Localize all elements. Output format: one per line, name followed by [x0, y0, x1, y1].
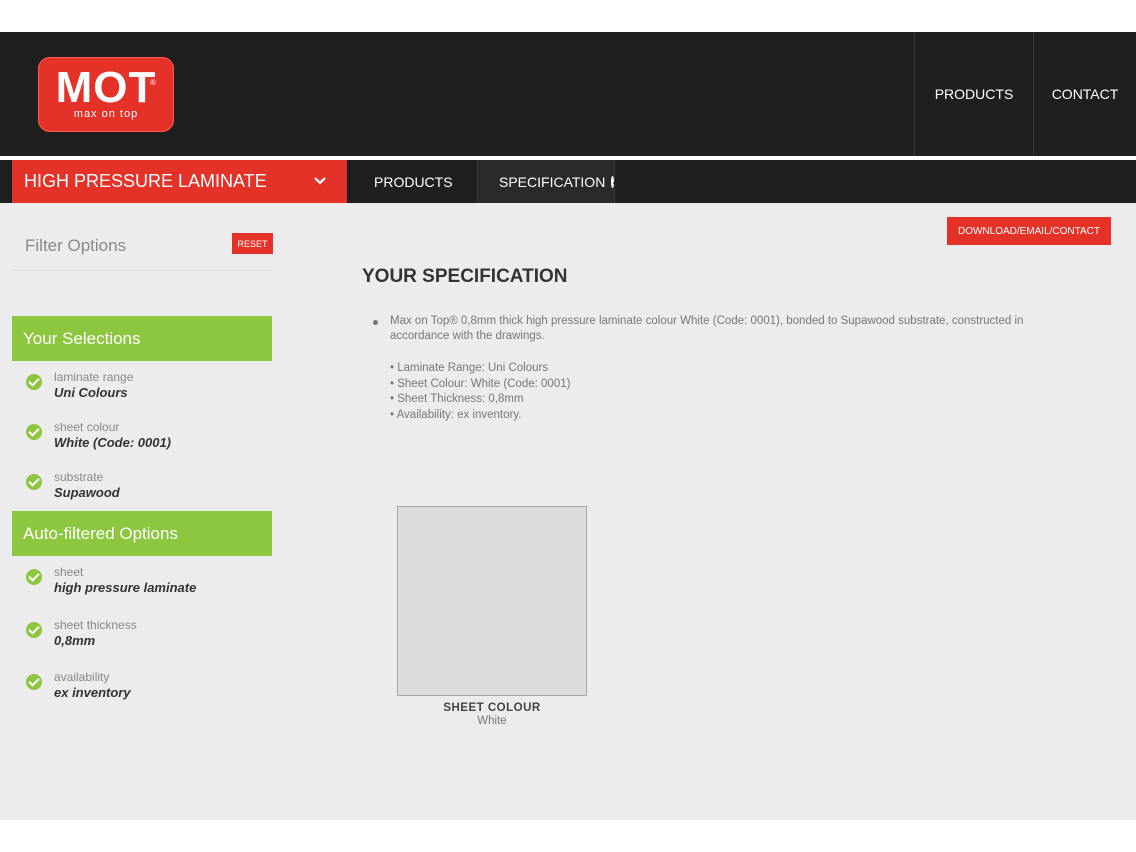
auto-filtered-value: high pressure laminate — [54, 580, 197, 595]
logo-tagline: max on top — [73, 108, 139, 120]
selection-value: Supawood — [54, 485, 120, 500]
check-icon — [26, 569, 42, 585]
auto-filtered-value: ex inventory — [54, 685, 131, 700]
bullet-dot — [373, 320, 378, 325]
mot-logo[interactable]: MOT ® max on top — [38, 57, 174, 132]
page-title: YOUR SPECIFICATION — [362, 266, 568, 287]
spec-detail-line: • Availability: ex inventory. — [390, 408, 522, 421]
spec-detail-line: • Laminate Range: Uni Colours — [390, 362, 549, 374]
logo-registered-mark: ® — [150, 78, 156, 87]
nav-products[interactable]: PRODUCTS — [914, 32, 1033, 156]
download-email-contact-button[interactable]: DOWNLOAD/EMAIL/CONTACT — [947, 217, 1111, 245]
auto-filtered-label: sheet thickness — [54, 618, 137, 632]
selection-item[interactable]: sheet colour White (Code: 0001) — [26, 420, 266, 460]
filter-options-title: Filter Options — [25, 236, 127, 255]
auto-filtered-item: availability ex inventory — [26, 670, 266, 710]
range-dropdown[interactable]: HIGH PRESSURE LAMINATE — [12, 160, 347, 203]
sub-nav-bar: HIGH PRESSURE LAMINATE PRODUCTS SPECIFIC… — [0, 160, 1136, 203]
check-icon — [26, 674, 42, 690]
check-icon — [26, 474, 42, 490]
selection-item[interactable]: substrate Supawood — [26, 470, 266, 510]
spec-detail-line: • Sheet Colour: White (Code: 0001) — [390, 377, 571, 390]
auto-filtered-item: sheet thickness 0,8mm — [26, 618, 266, 658]
main-content: Filter Options RESET Your Selections lam… — [0, 203, 1136, 820]
chevron-down-icon — [314, 177, 326, 185]
spec-details: • Laminate Range: Uni Colours • Sheet Co… — [390, 361, 570, 423]
header-bar: MOT ® max on top PRODUCTS CONTACT — [0, 32, 1136, 156]
divider — [12, 270, 272, 271]
selection-label: substrate — [54, 470, 104, 484]
nav-contact[interactable]: CONTACT — [1033, 32, 1136, 156]
logo-text: MOT — [55, 63, 157, 112]
selection-item[interactable]: laminate range Uni Colours — [26, 370, 266, 410]
selection-value: White (Code: 0001) — [54, 435, 172, 450]
swatch-value: White — [477, 715, 507, 727]
sheet-colour-swatch — [397, 506, 587, 696]
auto-filtered-item: sheet high pressure laminate — [26, 565, 266, 605]
selection-label: sheet colour — [54, 420, 120, 434]
swatch-title: SHEET COLOUR — [443, 702, 541, 714]
spec-detail-line: • Sheet Thickness: 0,8mm — [390, 393, 524, 405]
your-selections-heading: Your Selections — [12, 316, 272, 361]
tab-products-label: PRODUCTS — [374, 173, 453, 190]
top-nav: PRODUCTS CONTACT — [914, 32, 1136, 156]
reset-button[interactable]: RESET — [232, 233, 273, 254]
spec-description: Max on Top® 0,8mm thick high pressure la… — [390, 315, 1024, 342]
check-icon — [26, 424, 42, 440]
selection-label: laminate range — [54, 370, 134, 384]
range-dropdown-label: HIGH PRESSURE LAMINATE — [24, 171, 267, 191]
tab-specification-label: SPECIFICATION — [499, 173, 606, 190]
selection-value: Uni Colours — [54, 385, 128, 400]
auto-filtered-label: sheet — [54, 565, 84, 579]
check-circle-icon — [611, 175, 614, 188]
check-icon — [26, 374, 42, 390]
tab-specification[interactable]: SPECIFICATION — [477, 160, 615, 203]
auto-filtered-value: 0,8mm — [54, 633, 96, 648]
auto-filtered-heading: Auto-filtered Options — [12, 511, 272, 556]
auto-filtered-label: availability — [54, 670, 110, 684]
tab-products[interactable]: PRODUCTS — [348, 160, 476, 203]
check-icon — [26, 622, 42, 638]
